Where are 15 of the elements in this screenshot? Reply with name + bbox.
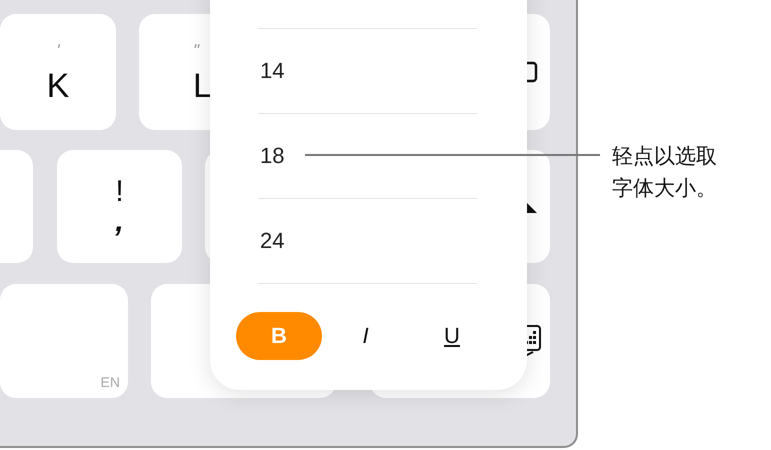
text-style-button[interactable]: U: [409, 312, 495, 360]
bracket-icon: [526, 61, 538, 83]
key-label: !: [115, 176, 124, 206]
key-hint: ": [193, 42, 200, 58]
keyboard-key[interactable]: ' K: [0, 14, 116, 130]
key-hint: ,: [115, 206, 124, 236]
key-label: L: [193, 68, 212, 102]
text-style-button[interactable]: I: [322, 312, 408, 360]
font-size-option[interactable]: 14: [258, 29, 477, 114]
keyboard-key[interactable]: ! ,: [57, 150, 182, 263]
callout-text: 轻点以选取字体大小。: [612, 143, 718, 202]
key-label: EN: [100, 374, 120, 390]
font-size-option[interactable]: 24: [258, 199, 477, 284]
key-hint: ': [56, 42, 60, 58]
key-label: K: [46, 68, 70, 102]
